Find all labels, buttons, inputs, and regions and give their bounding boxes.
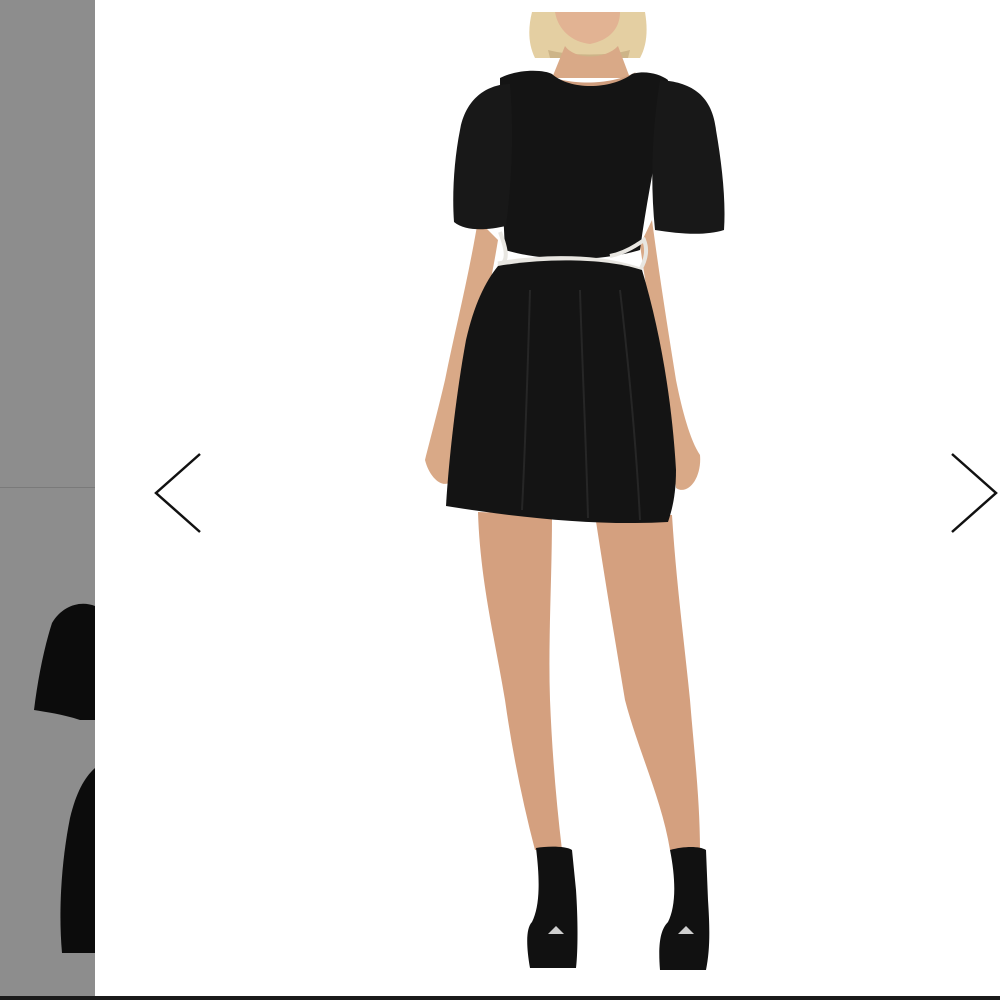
next-image-button[interactable] — [930, 440, 1000, 540]
thumbnail-1[interactable] — [0, 0, 95, 488]
chevron-right-icon — [951, 453, 998, 533]
thumbnail-strip — [0, 0, 95, 1000]
model-in-black-cutout-mini-dress — [95, 0, 1000, 1000]
previous-image-button[interactable] — [140, 440, 210, 540]
product-image-viewer — [0, 0, 1000, 1000]
dress-front-thumbnail — [0, 0, 95, 488]
chevron-left-icon — [154, 453, 201, 533]
main-product-image — [95, 0, 1000, 1000]
dress-back-thumbnail — [0, 488, 95, 1000]
thumbnail-2[interactable] — [0, 488, 95, 1000]
bottom-border — [0, 996, 1000, 1000]
